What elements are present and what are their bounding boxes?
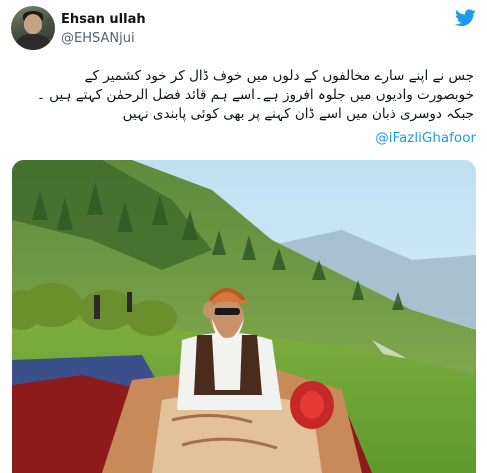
tweet-photo[interactable]	[12, 160, 476, 473]
tweet-text: جس نے اپنے سارے مخالفوں کے دلوں میں خوف …	[16, 67, 474, 124]
photo-image	[12, 160, 476, 473]
tweet-text-line: جبکہ دوسری ذبان میں اسے ڈان کہنے پر بھی …	[122, 106, 474, 122]
author-display-name[interactable]: Ehsan ullah	[61, 12, 146, 27]
avatar-face	[24, 14, 42, 34]
tweet-card: Ehsan ullah @EHSANjui جس نے اپنے سارے مخ…	[0, 0, 487, 473]
avatar-body	[16, 34, 50, 50]
tweet-text-line: خوبصورت وادیوں میں جلوہ افروز ہے۔اسے ہم …	[36, 87, 474, 103]
author-handle[interactable]: @EHSANjui	[61, 31, 135, 46]
avatar[interactable]	[11, 6, 55, 50]
mention-link[interactable]: @iFazliGhafoor	[375, 130, 476, 146]
tweet-text-line: جس نے اپنے سارے مخالفوں کے دلوں میں خوف …	[84, 68, 474, 84]
twitter-bird-icon[interactable]	[455, 9, 476, 27]
